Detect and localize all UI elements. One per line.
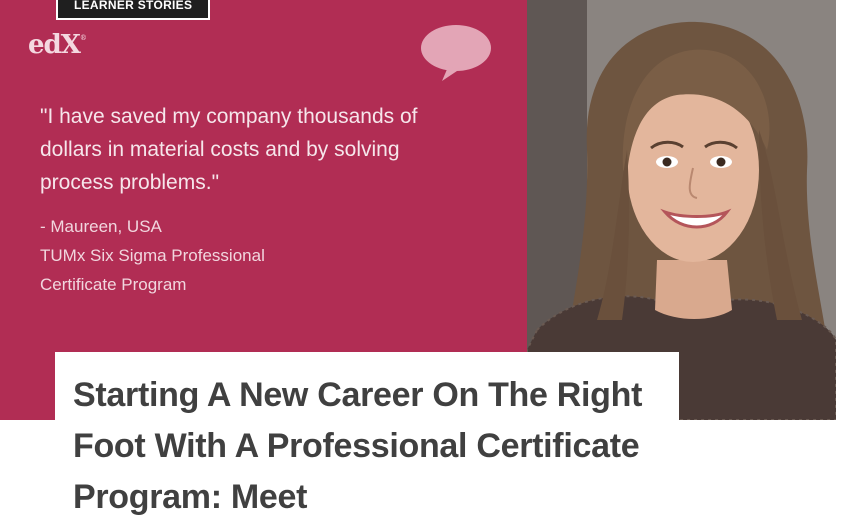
article-title[interactable]: Starting A New Career On The Right Foot … [73,370,663,523]
testimonial-attribution: - Maureen, USA TUMx Six Sigma Profession… [40,212,440,299]
attribution-program-type: Certificate Program [40,275,187,294]
speech-bubble-icon [421,25,491,81]
article-title-card: Starting A New Career On The Right Foot … [55,352,679,532]
category-tag[interactable]: LEARNER STORIES [56,0,211,20]
edx-logo[interactable]: edX® [28,30,87,60]
registered-mark: ® [79,34,87,42]
testimonial-quote: "I have saved my company thousands of do… [40,105,418,194]
edx-logo-text: edX [28,30,81,60]
attribution-program: TUMx Six Sigma Professional [40,246,265,265]
attribution-name: - Maureen, USA [40,217,162,236]
